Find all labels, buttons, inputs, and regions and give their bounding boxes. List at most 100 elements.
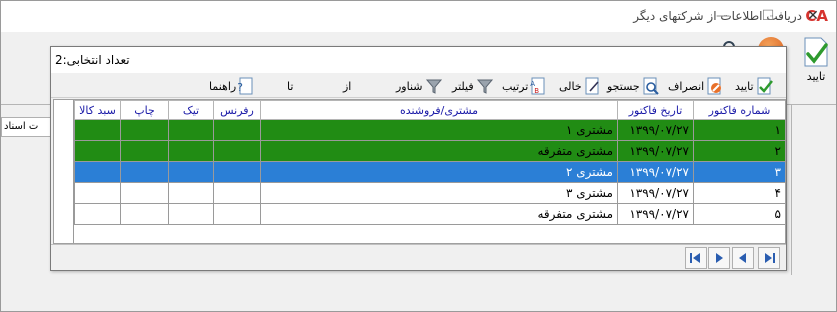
cell-print (120, 203, 169, 225)
to-label: تا (287, 76, 293, 96)
title-bar: CA دریافت اطلاعات از شرکتهای دیگر — ☐ ✕ (1, 1, 836, 32)
arrow-left-icon (739, 253, 746, 263)
cell-basket (74, 182, 121, 204)
cancel-button[interactable]: انصراف (668, 76, 724, 96)
cell-invoice-no: ۲ (693, 140, 785, 162)
col-header-party[interactable]: مشتری/فروشنده (260, 100, 618, 120)
table-row[interactable]: مشتری ۱ ۱۳۹۹/۰۷/۲۷ ۱ (74, 119, 785, 141)
check-icon (757, 77, 773, 95)
col-header-tick[interactable]: تیک (168, 100, 214, 120)
confirm-label: تایید (735, 79, 754, 93)
cell-party: مشتری متفرقه (260, 140, 618, 162)
cell-invoice-no: ۵ (693, 203, 785, 225)
cell-date: ۱۳۹۹/۰۷/۲۷ (617, 203, 694, 225)
col-header-basket[interactable]: سبد کالا (74, 100, 121, 120)
cell-reference (213, 182, 261, 204)
clear-label: خالی (559, 79, 582, 93)
help-icon: ? (238, 77, 253, 95)
prev-page-button[interactable] (732, 247, 754, 269)
last-page-button[interactable] (758, 247, 780, 269)
cell-reference (213, 203, 261, 225)
sort-button[interactable]: A B ترتیب (502, 76, 548, 96)
check-icon (804, 37, 828, 67)
cell-invoice-no: ۴ (693, 182, 785, 204)
outer-panel-edge (791, 105, 836, 275)
cell-print (120, 140, 169, 162)
col-header-reference[interactable]: رفرنس (213, 100, 261, 120)
svg-text:?: ? (238, 81, 243, 94)
table-row[interactable]: مشتری متفرقه ۱۳۹۹/۰۷/۲۷ ۲ (74, 140, 785, 162)
cell-reference (213, 161, 261, 183)
table-row[interactable]: مشتری ۳ ۱۳۹۹/۰۷/۲۷ ۴ (74, 182, 785, 204)
cell-tick (168, 119, 214, 141)
float-filter-icon (425, 79, 442, 94)
col-header-invoice-no[interactable]: شماره فاکتور (693, 100, 785, 120)
filter-label: فیلتر (452, 79, 474, 93)
cell-date: ۱۳۹۹/۰۷/۲۷ (617, 119, 694, 141)
outer-confirm-label: تایید (806, 70, 826, 83)
cancel-label: انصراف (668, 79, 705, 93)
maximize-button[interactable]: ☐ (745, 1, 791, 32)
dialog-toolbar: تایید انصراف جستجو خالی A B ترتیب فیلتر … (51, 74, 786, 98)
confirm-button[interactable]: تایید (735, 76, 774, 96)
table-row[interactable]: مشتری ۲ ۱۳۹۹/۰۷/۲۷ ۳ (74, 161, 785, 183)
clear-button[interactable]: خالی (559, 76, 602, 96)
clear-icon (585, 77, 599, 95)
help-label: راهنما (209, 79, 237, 93)
sort-icon: A B (531, 77, 545, 95)
dialog-title-bar: تعداد انتخابی:2 (51, 47, 786, 73)
cell-party: مشتری ۳ (260, 182, 618, 204)
cell-basket (74, 140, 121, 162)
from-label: از (343, 76, 351, 96)
float-filter-label: شناور (396, 79, 423, 93)
cell-basket (74, 119, 121, 141)
cell-reference (213, 119, 261, 141)
selection-dialog: تعداد انتخابی:2 تایید انصراف جستجو خالی … (50, 46, 787, 271)
search-button[interactable]: جستجو (607, 76, 660, 96)
last-page-icon (765, 253, 775, 263)
grid-gutter (54, 100, 74, 243)
outer-tab-docs[interactable]: ت اسناد (1, 117, 51, 137)
float-filter-button[interactable]: شناور (396, 76, 443, 96)
cell-date: ۱۳۹۹/۰۷/۲۷ (617, 140, 694, 162)
cell-print (120, 161, 169, 183)
first-page-button[interactable] (685, 247, 707, 269)
search-label: جستجو (607, 79, 640, 93)
cell-tick (168, 182, 214, 204)
cell-reference (213, 140, 261, 162)
cell-basket (74, 161, 121, 183)
from-text: از (343, 79, 352, 93)
svg-text:B: B (535, 87, 540, 95)
cancel-icon (707, 77, 722, 95)
outer-confirm-button[interactable]: تایید (798, 36, 834, 86)
invoice-grid[interactable]: سبد کالا چاپ تیک رفرنس مشتری/فروشنده تار… (53, 99, 786, 244)
filter-button[interactable]: فیلتر (452, 76, 494, 96)
invoice-table: سبد کالا چاپ تیک رفرنس مشتری/فروشنده تار… (74, 100, 785, 225)
col-header-date[interactable]: تاریخ فاکتور (617, 100, 694, 120)
cell-party: مشتری ۱ (260, 119, 618, 141)
cell-basket (74, 203, 121, 225)
grid-header-row: سبد کالا چاپ تیک رفرنس مشتری/فروشنده تار… (74, 100, 785, 120)
cell-tick (168, 140, 214, 162)
cell-party: مشتری ۲ (260, 161, 618, 183)
dialog-title: تعداد انتخابی:2 (55, 53, 130, 67)
cell-print (120, 119, 169, 141)
table-row[interactable]: مشتری متفرقه ۱۳۹۹/۰۷/۲۷ ۵ (74, 203, 785, 225)
main-window: CA دریافت اطلاعات از شرکتهای دیگر — ☐ ✕ … (0, 0, 837, 312)
cell-date: ۱۳۹۹/۰۷/۲۷ (617, 182, 694, 204)
to-text: تا (287, 79, 294, 93)
search-icon (643, 77, 659, 95)
cell-invoice-no: ۳ (693, 161, 785, 183)
cell-date: ۱۳۹۹/۰۷/۲۷ (617, 161, 694, 183)
help-button[interactable]: ? راهنما (209, 76, 256, 96)
minimize-button[interactable]: — (700, 1, 746, 32)
close-button[interactable]: ✕ (790, 1, 836, 32)
dialog-footer-divider (51, 244, 786, 245)
col-header-print[interactable]: چاپ (120, 100, 169, 120)
next-page-button[interactable] (708, 247, 730, 269)
sort-label: ترتیب (502, 79, 529, 93)
arrow-right-icon (716, 253, 723, 263)
first-page-icon (690, 253, 700, 263)
cell-print (120, 182, 169, 204)
filter-icon (476, 79, 493, 94)
